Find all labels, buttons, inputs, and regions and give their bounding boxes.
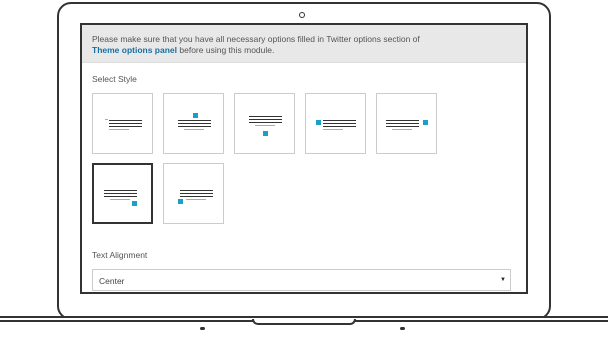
theme-options-link[interactable]: Theme options panel [92, 45, 177, 55]
style-option-6-dot [132, 201, 137, 206]
style-option-6-line [104, 196, 137, 197]
laptop-foot [200, 327, 205, 330]
style-option-4[interactable] [305, 93, 366, 154]
style-option-7-dot [178, 199, 183, 204]
style-option-6-line [104, 190, 137, 191]
style-option-4-line [323, 126, 356, 127]
style-option-4-line [323, 120, 356, 121]
style-option-2-dot [193, 113, 198, 118]
laptop-foot [400, 327, 405, 330]
style-option-5-line [386, 123, 419, 124]
style-option-7-line [180, 190, 213, 191]
style-option-7-line [180, 193, 213, 194]
style-option-5-line [386, 120, 419, 121]
style-option-5-line [386, 126, 419, 127]
style-option-4-line [323, 123, 356, 124]
text-alignment-value: Center [99, 276, 125, 286]
style-option-2-line [178, 120, 211, 121]
style-option-6-line [104, 193, 137, 194]
style-option-5-line [392, 129, 412, 130]
style-option-4-dot [316, 120, 321, 125]
laptop-screen: Please make sure that you have all neces… [80, 23, 528, 294]
style-option-2[interactable] [163, 93, 224, 154]
chevron-down-icon: ▼ [500, 277, 506, 283]
text-alignment-select[interactable]: Center ▼ [92, 269, 511, 291]
style-option-1-line [109, 123, 142, 124]
style-option-7[interactable] [163, 163, 224, 224]
style-option-3-line [249, 116, 282, 117]
style-option-6[interactable] [92, 163, 153, 224]
style-option-2-line [178, 126, 211, 127]
laptop-notch [252, 319, 356, 325]
style-option-3-dot [263, 131, 268, 136]
style-option-3-line [249, 119, 282, 120]
style-option-7-line [186, 199, 206, 200]
style-option-1-line [109, 129, 129, 130]
laptop-frame: Please make sure that you have all neces… [0, 0, 608, 337]
style-option-5[interactable] [376, 93, 437, 154]
style-option-3-line [255, 125, 275, 126]
style-option-2-line [184, 129, 204, 130]
notice-text-after: before using this module. [179, 45, 275, 55]
style-option-1[interactable] [92, 93, 153, 154]
style-option-1-line [109, 120, 142, 121]
webcam-icon [299, 12, 305, 18]
notice-banner: Please make sure that you have all neces… [82, 25, 526, 63]
style-option-1-line [109, 126, 142, 127]
style-option-2-line [178, 123, 211, 124]
style-option-6-line [110, 199, 130, 200]
style-option-7-line [180, 196, 213, 197]
style-option-3-line [249, 122, 282, 123]
text-alignment-label: Text Alignment [92, 250, 148, 260]
style-option-1-marker [105, 119, 108, 120]
style-option-4-line [323, 129, 343, 130]
select-style-label: Select Style [92, 74, 137, 84]
style-option-5-dot [423, 120, 428, 125]
style-option-3[interactable] [234, 93, 295, 154]
notice-text-before: Please make sure that you have all neces… [92, 34, 420, 44]
